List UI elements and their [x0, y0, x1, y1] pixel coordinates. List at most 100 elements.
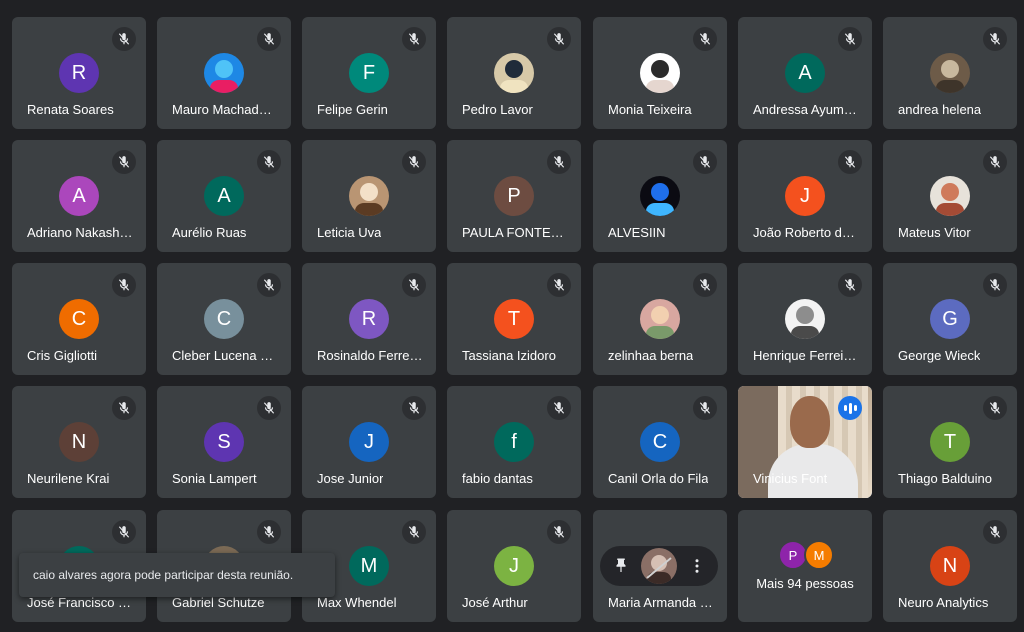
mic-off-icon: [257, 520, 281, 544]
mic-off-icon: [402, 520, 426, 544]
participant-tile[interactable]: zelinhaa berna: [593, 263, 727, 375]
participant-name: Mateus Vitor: [898, 225, 971, 240]
participant-avatar: A: [204, 176, 244, 216]
participant-tile[interactable]: N Neurilene Krai: [12, 386, 146, 498]
participant-name: Thiago Balduino: [898, 471, 992, 486]
participant-avatar: F: [349, 53, 389, 93]
participant-name: George Wieck: [898, 348, 981, 363]
participant-tile[interactable]: R Renata Soares: [12, 17, 146, 129]
participant-tile[interactable]: Leticia Uva: [302, 140, 436, 252]
participant-name: zelinhaa berna: [608, 348, 694, 363]
participant-name: Rosinaldo Ferre…: [317, 348, 423, 363]
participant-tile[interactable]: J José Arthur: [447, 510, 581, 622]
participant-tile[interactable]: S Sonia Lampert: [157, 386, 291, 498]
participant-avatar: R: [349, 299, 389, 339]
mic-off-icon: [693, 150, 717, 174]
participant-avatar: [930, 53, 970, 93]
participant-avatar: R: [59, 53, 99, 93]
participant-tile[interactable]: J João Roberto d…: [738, 140, 872, 252]
participant-avatar: A: [785, 53, 825, 93]
mic-off-icon: [983, 27, 1007, 51]
mic-off-icon: [983, 150, 1007, 174]
participant-name: andrea helena: [898, 102, 982, 117]
participant-tile[interactable]: G George Wieck: [883, 263, 1017, 375]
participant-name: Max Whendel: [317, 595, 397, 610]
participant-tile[interactable]: Mateus Vitor: [883, 140, 1017, 252]
participant-tile[interactable]: Pedro Lavor: [447, 17, 581, 129]
participant-avatar: J: [494, 546, 534, 586]
mic-off-icon: [257, 396, 281, 420]
participant-avatar: C: [640, 422, 680, 462]
mic-off-icon: [693, 273, 717, 297]
participant-avatar: N: [930, 546, 970, 586]
participant-avatar: C: [59, 299, 99, 339]
participant-name: fabio dantas: [462, 471, 533, 486]
participant-name: Pedro Lavor: [462, 102, 533, 117]
participant-name: Neurilene Krai: [27, 471, 110, 486]
mic-off-icon: [547, 27, 571, 51]
participant-avatar: A: [59, 176, 99, 216]
participant-tile[interactable]: J Jose Junior: [302, 386, 436, 498]
mic-off-icon: [838, 273, 862, 297]
more-participants-label: Mais 94 pessoas: [756, 576, 854, 591]
mic-off-icon: [402, 396, 426, 420]
participant-avatar: M: [349, 546, 389, 586]
participant-tile[interactable]: T Thiago Balduino: [883, 386, 1017, 498]
participant-tile[interactable]: P PAULA FONTES…: [447, 140, 581, 252]
participant-tile[interactable]: Vinicius Font: [738, 386, 872, 498]
participant-tile[interactable]: C Cris Gigliotti: [12, 263, 146, 375]
participant-avatar: P: [494, 176, 534, 216]
more-vert-icon[interactable]: [686, 555, 708, 577]
toast-text: caio alvares agora pode participar desta…: [33, 568, 294, 582]
participant-avatar: S: [204, 422, 244, 462]
mic-off-icon: [547, 396, 571, 420]
participant-avatar: [204, 53, 244, 93]
participant-tile[interactable]: Monia Teixeira: [593, 17, 727, 129]
participant-avatar: C: [204, 299, 244, 339]
participant-avatar: T: [930, 422, 970, 462]
participant-tile[interactable]: Henrique Ferrei…: [738, 263, 872, 375]
participant-name: Neuro Analytics: [898, 595, 989, 610]
mic-off-icon: [402, 150, 426, 174]
mic-off-icon: [693, 27, 717, 51]
participant-tile[interactable]: A Adriano Nakash…: [12, 140, 146, 252]
participant-tile[interactable]: C Cleber Lucena …: [157, 263, 291, 375]
participant-avatar: [640, 176, 680, 216]
mic-off-icon: [402, 273, 426, 297]
participant-name: Leticia Uva: [317, 225, 382, 240]
participant-tile[interactable]: C Canil Orla do Fila: [593, 386, 727, 498]
mic-off-icon: [112, 273, 136, 297]
participant-tile[interactable]: T Tassiana Izidoro: [447, 263, 581, 375]
more-participants-tile[interactable]: P M Mais 94 pessoas: [738, 510, 872, 622]
participant-tile[interactable]: andrea helena: [883, 17, 1017, 129]
mic-off-icon: [547, 273, 571, 297]
participant-tile[interactable]: ALVESIIN: [593, 140, 727, 252]
participant-name: Cris Gigliotti: [27, 348, 98, 363]
participant-avatar: N: [59, 422, 99, 462]
participant-avatar: [930, 176, 970, 216]
participant-tile[interactable]: F Felipe Gerin: [302, 17, 436, 129]
join-notification-toast: caio alvares agora pode participar desta…: [19, 553, 335, 597]
participant-avatar: [785, 299, 825, 339]
participant-name: Mauro Machad…: [172, 102, 272, 117]
participant-tile[interactable]: A Andressa Ayum…: [738, 17, 872, 129]
mic-off-icon: [693, 396, 717, 420]
participant-avatar: [494, 53, 534, 93]
participant-tile[interactable]: R Rosinaldo Ferre…: [302, 263, 436, 375]
participant-name: Canil Orla do Fila: [608, 471, 709, 486]
mic-off-icon: [402, 27, 426, 51]
participant-name: Monia Teixeira: [608, 102, 692, 117]
participant-tile[interactable]: f fabio dantas: [447, 386, 581, 498]
mic-off-icon: [983, 396, 1007, 420]
pin-icon[interactable]: [610, 555, 632, 577]
participant-name: Aurélio Ruas: [172, 225, 247, 240]
participant-name: Sonia Lampert: [172, 471, 257, 486]
participant-tile[interactable]: A Aurélio Ruas: [157, 140, 291, 252]
participant-avatar: J: [785, 176, 825, 216]
participant-tile[interactable]: N Neuro Analytics: [883, 510, 1017, 622]
participant-avatar: [349, 176, 389, 216]
participant-name: Renata Soares: [27, 102, 114, 117]
participant-avatar: [640, 53, 680, 93]
participant-tile[interactable]: Mauro Machad…: [157, 17, 291, 129]
participant-name: Tassiana Izidoro: [462, 348, 556, 363]
